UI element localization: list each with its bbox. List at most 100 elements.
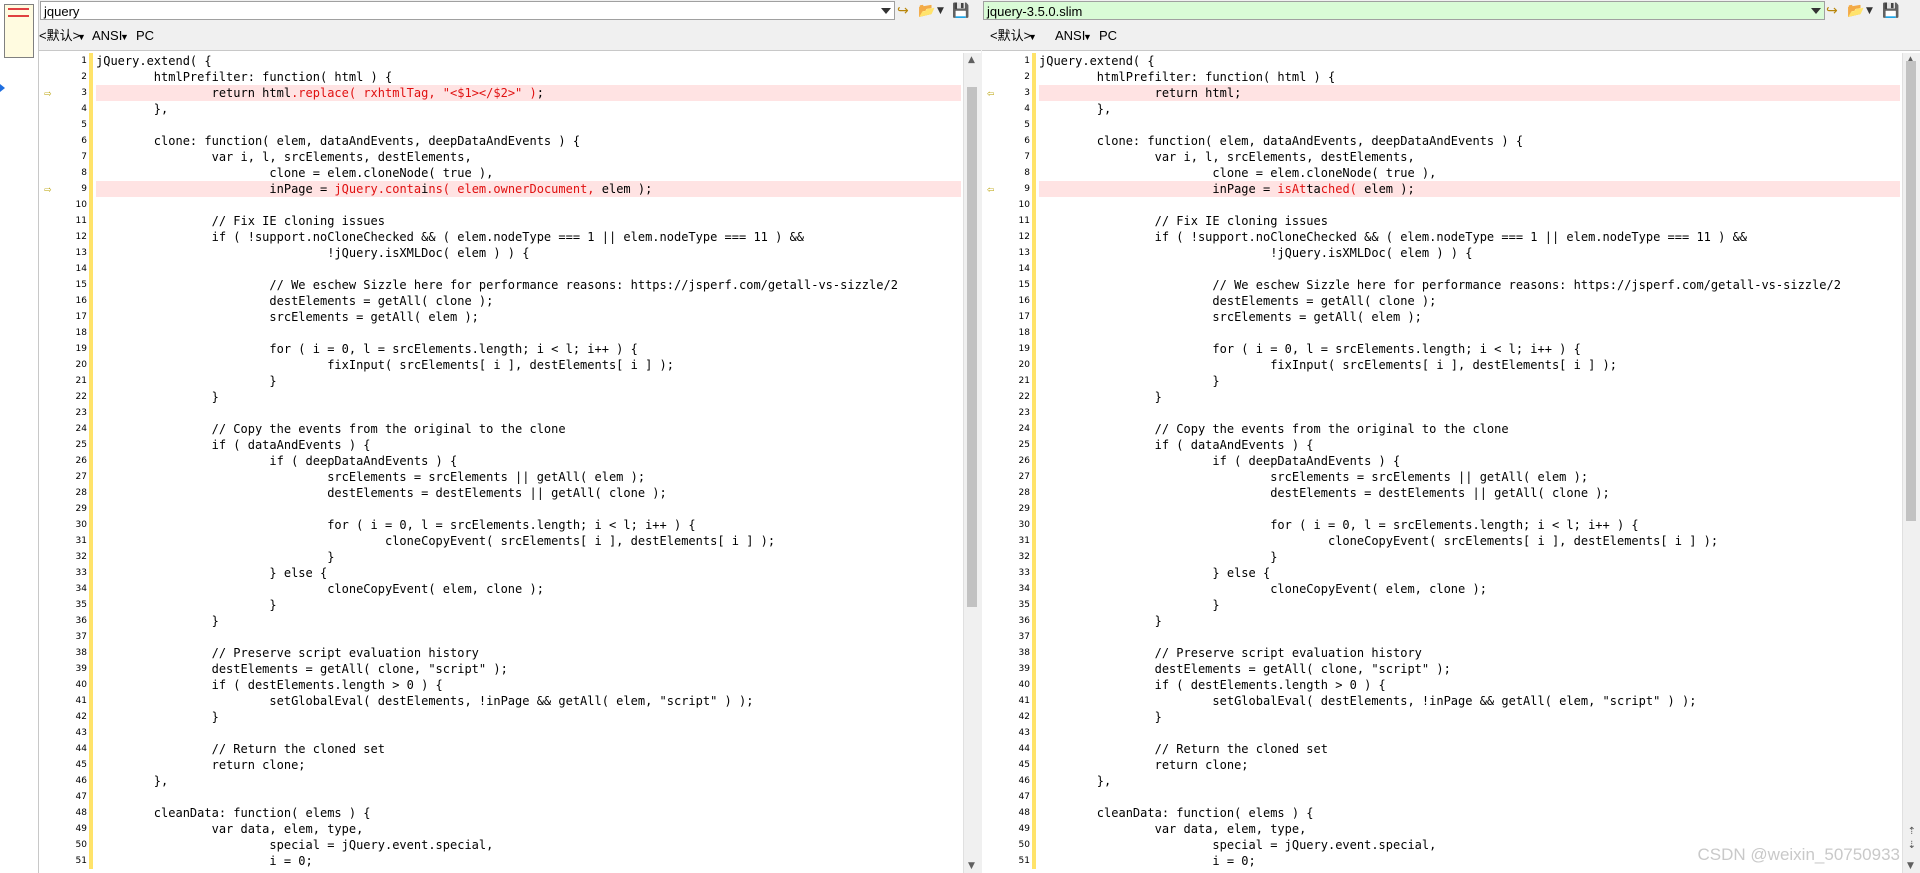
chevron-down-icon[interactable] (1811, 8, 1821, 14)
code-line[interactable]: 49 var data, elem, type, (39, 821, 961, 837)
chevron-down-icon[interactable] (881, 8, 891, 14)
code-line[interactable]: 44 // Return the cloned set (982, 741, 1900, 757)
folder-open-icon[interactable]: 📂 (1847, 2, 1864, 20)
code-line[interactable]: 20 fixInput( srcElements[ i ], destEleme… (39, 357, 961, 373)
code-line[interactable]: 29 (982, 501, 1900, 517)
code-text[interactable]: i = 0; (96, 853, 312, 869)
right-encoding[interactable]: ANSI (1055, 25, 1085, 47)
code-line[interactable]: 17 srcElements = getAll( elem ); (39, 309, 961, 325)
code-line[interactable]: 20 fixInput( srcElements[ i ], destEleme… (982, 357, 1900, 373)
code-line[interactable]: 23 (39, 405, 961, 421)
code-text[interactable]: !jQuery.isXMLDoc( elem ) ) { (1039, 245, 1472, 261)
scroll-up-icon[interactable]: ▲ (968, 55, 975, 65)
code-text[interactable]: srcElements = getAll( elem ); (1039, 309, 1422, 325)
chevron-down-icon[interactable]: ▼ (1866, 2, 1873, 20)
code-line[interactable]: 43 (982, 725, 1900, 741)
code-text[interactable]: cloneCopyEvent( elem, clone ); (1039, 581, 1487, 597)
code-text[interactable]: destElements = destElements || getAll( c… (1039, 485, 1610, 501)
code-text[interactable]: if ( dataAndEvents ) { (1039, 437, 1314, 453)
code-line[interactable]: 21 } (39, 373, 961, 389)
right-line-ending[interactable]: PC (1099, 25, 1117, 47)
code-line[interactable]: 22 } (39, 389, 961, 405)
code-line[interactable]: 29 (39, 501, 961, 517)
code-line[interactable]: 31 cloneCopyEvent( srcElements[ i ], des… (982, 533, 1900, 549)
code-text[interactable]: if ( !support.noCloneChecked && ( elem.n… (96, 229, 804, 245)
code-text[interactable]: if ( destElements.length > 0 ) { (1039, 677, 1386, 693)
code-line[interactable]: 49 var data, elem, type, (982, 821, 1900, 837)
code-line[interactable]: 1 jQuery.extend( { (39, 53, 961, 69)
code-text[interactable]: inPage = jQuery.contains( elem.ownerDocu… (96, 181, 961, 197)
code-line[interactable]: 10 (982, 197, 1900, 213)
code-text[interactable]: srcElements = getAll( elem ); (96, 309, 479, 325)
right-side-nav-icons[interactable]: ⇡ ⇣ (1908, 825, 1916, 853)
code-text[interactable]: }, (96, 101, 168, 117)
code-text[interactable]: clone = elem.cloneNode( true ), (1039, 165, 1436, 181)
code-line[interactable]: 31 cloneCopyEvent( srcElements[ i ], des… (39, 533, 961, 549)
code-line[interactable]: 10 (39, 197, 961, 213)
code-text[interactable]: srcElements = srcElements || getAll( ele… (1039, 469, 1588, 485)
code-line[interactable]: 33 } else { (982, 565, 1900, 581)
code-line[interactable]: 41 setGlobalEval( destElements, !inPage … (982, 693, 1900, 709)
code-text[interactable]: }, (1039, 773, 1111, 789)
code-line[interactable]: 46 }, (982, 773, 1900, 789)
code-line[interactable]: 7 var i, l, srcElements, destElements, (982, 149, 1900, 165)
code-line[interactable]: 8 clone = elem.cloneNode( true ), (982, 165, 1900, 181)
code-text[interactable]: cleanData: function( elems ) { (1039, 805, 1314, 821)
code-text[interactable]: fixInput( srcElements[ i ], destElements… (1039, 357, 1617, 373)
code-line[interactable]: 48 cleanData: function( elems ) { (982, 805, 1900, 821)
code-text[interactable]: // We eschew Sizzle here for performance… (1039, 277, 1841, 293)
code-text[interactable]: } (96, 613, 219, 629)
go-to-diff-icon[interactable]: ↪ (897, 2, 909, 20)
right-vertical-scrollbar[interactable]: ▲ ▼ (1902, 53, 1920, 873)
code-text[interactable]: for ( i = 0, l = srcElements.length; i <… (1039, 517, 1638, 533)
code-text[interactable]: } (1039, 709, 1162, 725)
code-text[interactable]: setGlobalEval( destElements, !inPage && … (1039, 693, 1696, 709)
code-text[interactable]: if ( deepDataAndEvents ) { (96, 453, 457, 469)
code-line[interactable]: 7 var i, l, srcElements, destElements, (39, 149, 961, 165)
code-line[interactable]: 41 setGlobalEval( destElements, !inPage … (39, 693, 961, 709)
code-line[interactable]: 22 } (982, 389, 1900, 405)
left-arrow-icon[interactable]: ⇦ (987, 183, 994, 195)
code-line[interactable]: 11 // Fix IE cloning issues (982, 213, 1900, 229)
code-line[interactable]: 17 srcElements = getAll( elem ); (982, 309, 1900, 325)
code-text[interactable]: setGlobalEval( destElements, !inPage && … (96, 693, 753, 709)
code-line[interactable]: 37 (982, 629, 1900, 645)
code-line[interactable]: 42 } (982, 709, 1900, 725)
code-text[interactable]: cloneCopyEvent( srcElements[ i ], destEl… (1039, 533, 1718, 549)
code-text[interactable]: // Preserve script evaluation history (96, 645, 479, 661)
right-arrow-icon[interactable]: ⇨ (44, 87, 51, 99)
code-line[interactable]: 14 (39, 261, 961, 277)
code-line[interactable]: 21 } (982, 373, 1900, 389)
code-text[interactable]: if ( destElements.length > 0 ) { (96, 677, 443, 693)
scroll-down-icon[interactable]: ▼ (1907, 861, 1914, 871)
code-text[interactable]: } (1039, 549, 1277, 565)
code-text[interactable]: return clone; (1039, 757, 1249, 773)
code-line[interactable]: 45 return clone; (982, 757, 1900, 773)
code-line[interactable]: 35 } (982, 597, 1900, 613)
code-line[interactable]: 6 clone: function( elem, dataAndEvents, … (982, 133, 1900, 149)
code-line[interactable]: 46 }, (39, 773, 961, 789)
code-text[interactable]: destElements = getAll( clone, "script" )… (1039, 661, 1451, 677)
code-line[interactable]: 40 if ( destElements.length > 0 ) { (982, 677, 1900, 693)
code-line[interactable]: 43 (39, 725, 961, 741)
code-line[interactable]: 18 (982, 325, 1900, 341)
code-line[interactable]: 12 if ( !support.noCloneChecked && ( ele… (982, 229, 1900, 245)
code-line[interactable]: 28 destElements = destElements || getAll… (39, 485, 961, 501)
code-text[interactable]: } (1039, 597, 1219, 613)
code-line[interactable]: 19 for ( i = 0, l = srcElements.length; … (39, 341, 961, 357)
scrollbar-thumb[interactable] (1906, 61, 1916, 521)
chevron-down-icon[interactable]: ▼ (1083, 26, 1092, 48)
code-line-changed[interactable]: ⇨ 9 inPage = jQuery.contains( elem.ownerD… (39, 181, 961, 197)
code-line[interactable]: 26 if ( deepDataAndEvents ) { (982, 453, 1900, 469)
code-text[interactable]: htmlPrefilter: function( html ) { (96, 69, 392, 85)
code-text[interactable]: } (96, 549, 334, 565)
code-line[interactable]: 30 for ( i = 0, l = srcElements.length; … (39, 517, 961, 533)
code-line[interactable]: 34 cloneCopyEvent( elem, clone ); (39, 581, 961, 597)
code-text[interactable]: if ( deepDataAndEvents ) { (1039, 453, 1400, 469)
code-text[interactable]: cloneCopyEvent( srcElements[ i ], destEl… (96, 533, 775, 549)
code-line[interactable]: 13 !jQuery.isXMLDoc( elem ) ) { (982, 245, 1900, 261)
code-line[interactable]: 5 (982, 117, 1900, 133)
code-text[interactable]: }, (96, 773, 168, 789)
code-text[interactable]: } (1039, 373, 1219, 389)
right-file-path-combobox[interactable]: jquery-3.5.0.slim (983, 1, 1825, 20)
